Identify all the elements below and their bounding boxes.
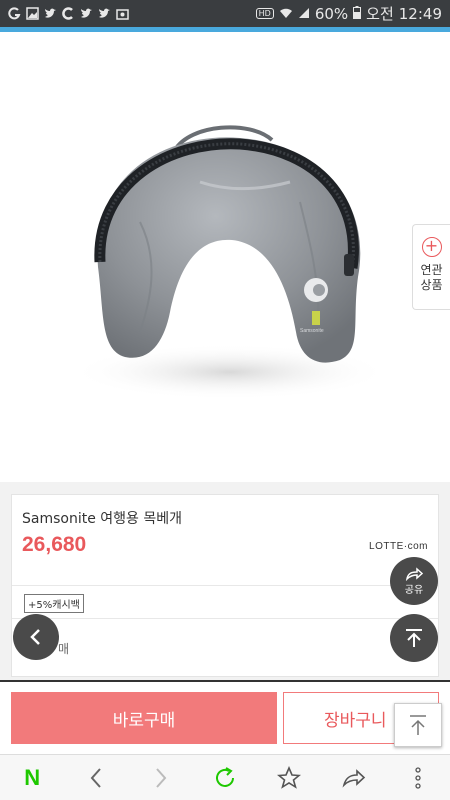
naver-home-icon[interactable]: N [12,758,52,798]
option-label: 매 [58,642,70,656]
buy-now-button[interactable]: 바로구매 [11,692,277,744]
related-products-tab[interactable]: + 연관 상품 [412,224,450,310]
product-image[interactable]: Samsonite [0,32,450,482]
share-icon[interactable] [334,758,374,798]
status-bar: HD 60% 오전 12:49 [0,0,450,27]
pillow-logo-text: Samsonite [300,328,324,334]
related-tab-label-1: 연관 [420,263,443,277]
app-notification-icon [8,7,21,20]
chevron-left-icon [30,629,40,645]
notification-icons [8,7,129,20]
arrow-up-icon [410,715,426,735]
divider [12,618,438,619]
purchase-action-bar: 바로구매 장바구니 [0,682,450,754]
cart-label: 장바구니 [324,710,387,731]
c-app-icon [62,7,75,20]
wifi-icon [279,5,293,23]
scroll-to-top-button[interactable] [390,614,438,662]
page-top-button[interactable] [394,703,442,747]
back-icon[interactable] [76,758,116,798]
divider [12,585,438,586]
arrow-up-icon [406,629,422,647]
product-price: 26,680 [22,533,87,556]
product-info-card: Samsonite 여행용 목베개 26,680 LOTTE·com +5%캐시… [11,494,439,677]
plus-icon: + [421,237,442,257]
twitter-icon [98,7,111,20]
time-period: 오전 [366,5,394,23]
system-status: HD 60% 오전 12:49 [255,3,442,24]
bookmark-star-icon[interactable] [269,758,309,798]
gallery-icon [116,7,129,20]
twitter-icon [80,7,93,20]
related-tab-label-2: 상품 [420,278,443,292]
battery-icon [353,5,362,23]
hd-voice-icon: HD [255,8,274,19]
refresh-icon[interactable] [205,758,245,798]
share-label: 공유 [404,584,424,596]
twitter-icon [44,7,57,20]
battery-percent: 60% [314,4,349,23]
neck-pillow-image: Samsonite [70,125,390,400]
product-title[interactable]: Samsonite 여행용 목베개 [22,508,182,528]
share-icon [405,566,423,581]
back-button[interactable] [13,614,59,660]
image-notification-icon [26,7,39,20]
signal-icon [298,5,310,23]
forward-icon[interactable] [141,758,181,798]
share-button[interactable]: 공유 [390,557,438,605]
more-menu-icon[interactable] [398,758,438,798]
browser-nav-bar: N [0,754,450,800]
cashback-badge: +5%캐시백 [24,594,84,613]
seller-logo[interactable]: LOTTE·com [369,541,428,552]
clock: 12:49 [398,4,442,23]
